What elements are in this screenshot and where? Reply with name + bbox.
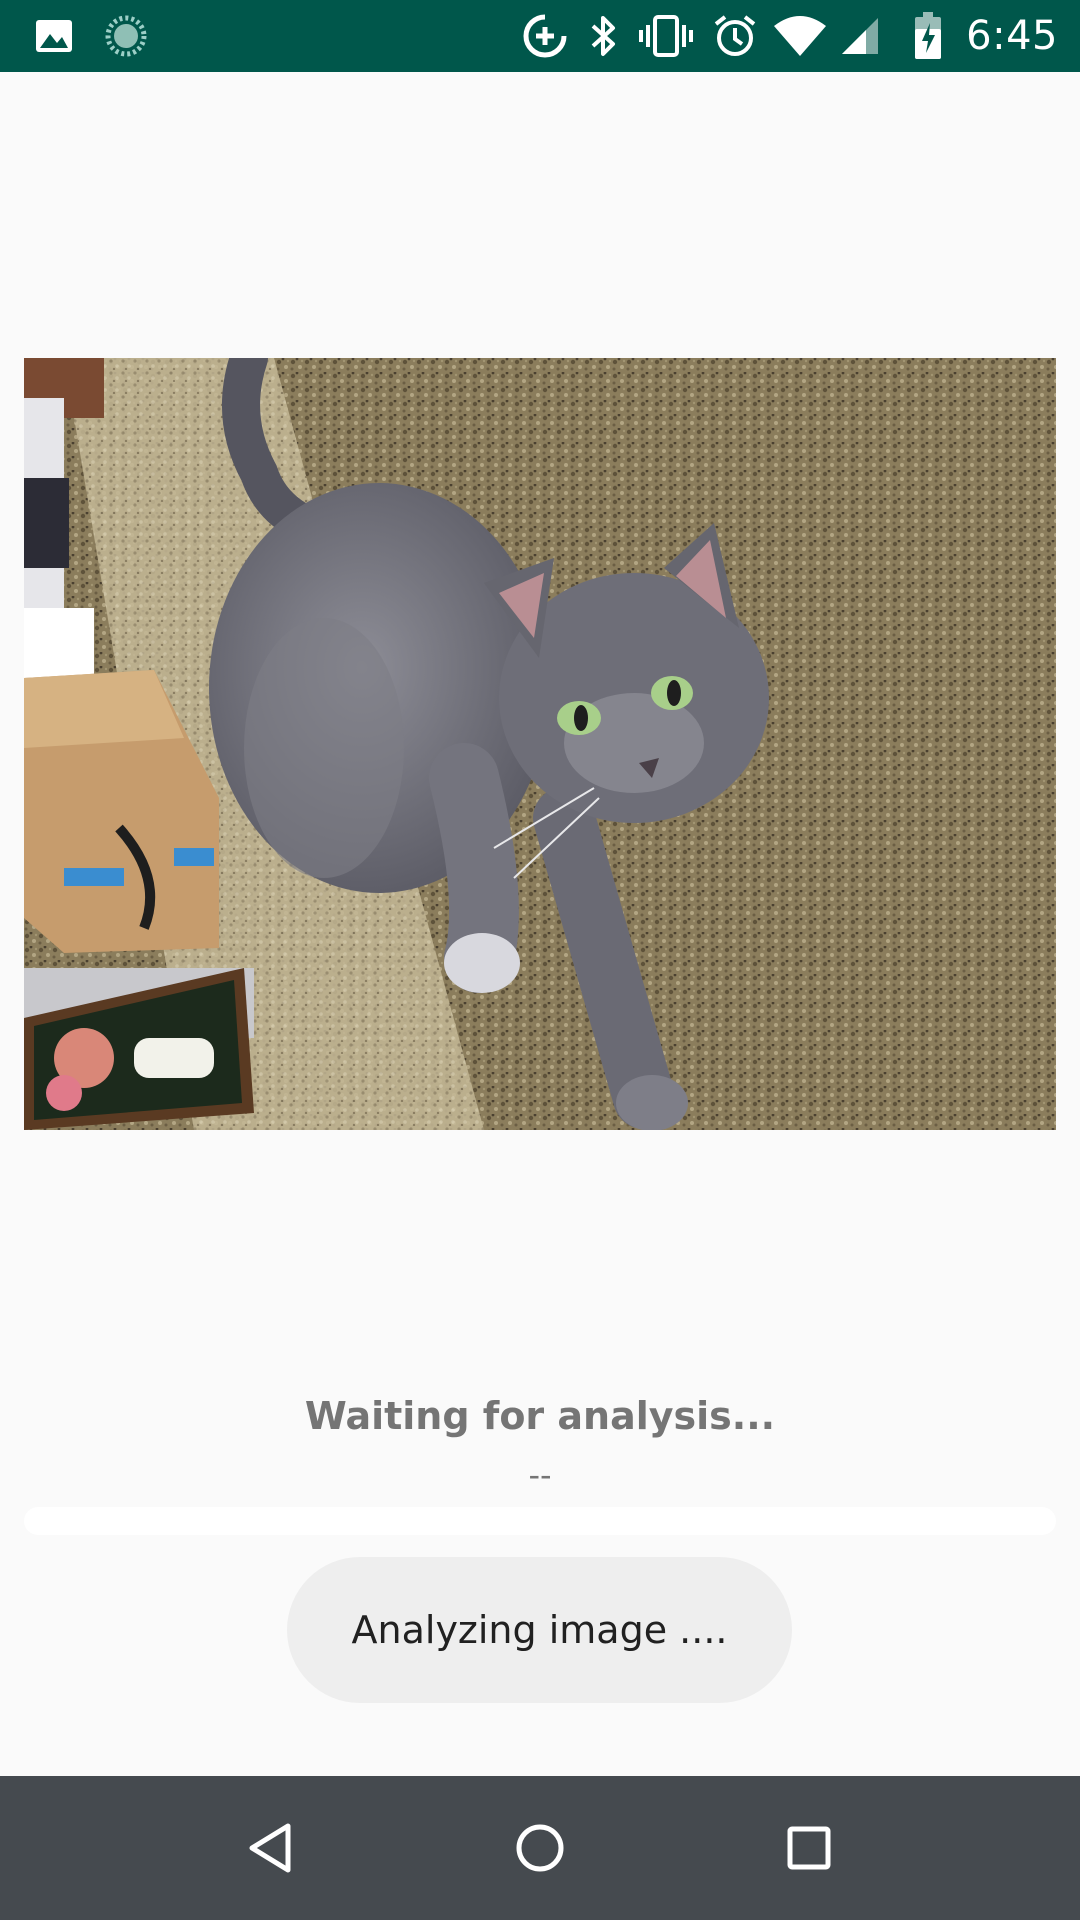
status-bar: 6:45 bbox=[0, 0, 1080, 72]
cat-photo bbox=[24, 358, 1056, 1130]
analysis-result-text: -- bbox=[528, 1456, 552, 1494]
image-icon bbox=[30, 0, 78, 72]
vibrate-icon bbox=[636, 0, 696, 72]
signal-icon bbox=[838, 0, 882, 72]
sync-icon bbox=[102, 0, 150, 72]
toast-message: Analyzing image .... bbox=[351, 1608, 728, 1652]
data-saver-icon bbox=[520, 0, 570, 72]
back-button[interactable] bbox=[200, 1776, 340, 1920]
alarm-icon bbox=[712, 0, 758, 72]
navigation-bar bbox=[0, 1776, 1080, 1920]
home-icon bbox=[516, 1824, 564, 1872]
analysis-status-title: Waiting for analysis... bbox=[304, 1394, 776, 1438]
battery-charging-icon bbox=[908, 0, 948, 72]
clock: 6:45 bbox=[966, 13, 1058, 59]
recents-icon bbox=[787, 1826, 831, 1870]
recents-button[interactable] bbox=[739, 1776, 879, 1920]
wifi-icon bbox=[770, 0, 830, 72]
back-icon bbox=[249, 1823, 291, 1873]
home-button[interactable] bbox=[470, 1776, 610, 1920]
analysis-progress-bar bbox=[24, 1507, 1056, 1535]
bluetooth-icon bbox=[584, 0, 624, 72]
toast: Analyzing image .... bbox=[287, 1557, 792, 1703]
